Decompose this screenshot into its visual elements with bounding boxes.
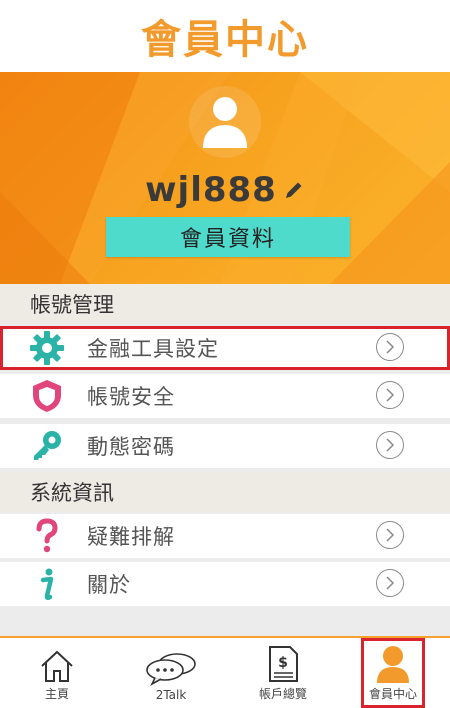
user-avatar-icon: [203, 97, 247, 148]
chevron-right-icon: [376, 521, 404, 549]
gear-icon: [28, 330, 66, 366]
tab-label: 主頁: [44, 687, 69, 701]
info-icon: [28, 566, 66, 602]
question-mark-icon: [28, 518, 66, 554]
tab-label: 會員中心: [368, 687, 417, 701]
chevron-right-icon: [376, 569, 404, 597]
menu-item-account-security[interactable]: 帳號安全: [0, 374, 450, 418]
menu-item-label: 帳號安全: [87, 385, 175, 409]
tab-2talk[interactable]: 2Talk: [128, 638, 214, 708]
home-icon: [39, 643, 75, 683]
tab-member-center[interactable]: 會員中心: [361, 638, 425, 708]
user-icon: [376, 643, 410, 683]
page-title: 會員中心: [141, 17, 309, 63]
menu-item-label: 關於: [87, 573, 131, 597]
section-system-info: 系統資訊: [0, 472, 450, 512]
svg-text:$: $: [278, 655, 288, 671]
menu-item-about[interactable]: 關於: [0, 562, 450, 606]
menu-item-label: 金融工具設定: [87, 337, 219, 361]
menu-item-dynamic-password[interactable]: 動態密碼: [0, 424, 450, 468]
section-account-management: 帳號管理: [0, 284, 450, 324]
menu-item-label: 疑難排解: [87, 525, 175, 549]
avatar[interactable]: [189, 86, 261, 158]
tab-label: 2Talk: [155, 688, 187, 702]
menu-item-label: 動態密碼: [87, 435, 175, 459]
profile-banner: wjl888 會員資料: [0, 72, 450, 284]
username-row: wjl888: [0, 168, 450, 212]
app-header: 會員中心: [0, 0, 450, 72]
chevron-right-icon: [376, 381, 404, 409]
tab-label: 帳戶總覽: [258, 687, 307, 701]
member-center-screen: 會員中心 wjl888 會員資料 帳號管理 金融工具設定 帳號安全 動態密碼 系…: [0, 0, 450, 708]
menu-item-troubleshooting[interactable]: 疑難排解: [0, 514, 450, 558]
bottom-tab-bar: 主頁 2Talk $ 帳戶總覽 會員中心: [0, 636, 450, 708]
key-icon: [28, 428, 66, 464]
edit-pencil-icon[interactable]: [283, 179, 305, 201]
tab-home[interactable]: 主頁: [14, 638, 100, 708]
menu-item-finance-tools[interactable]: 金融工具設定: [0, 326, 450, 370]
shield-icon: [28, 378, 66, 414]
chat-bubbles-icon: [143, 646, 199, 686]
member-profile-button[interactable]: 會員資料: [106, 217, 350, 257]
tab-account-overview[interactable]: $ 帳戶總覽: [238, 638, 328, 708]
chevron-right-icon: [376, 431, 404, 459]
username: wjl888: [145, 170, 277, 210]
chevron-right-icon: [376, 333, 404, 361]
document-dollar-icon: $: [266, 643, 300, 683]
